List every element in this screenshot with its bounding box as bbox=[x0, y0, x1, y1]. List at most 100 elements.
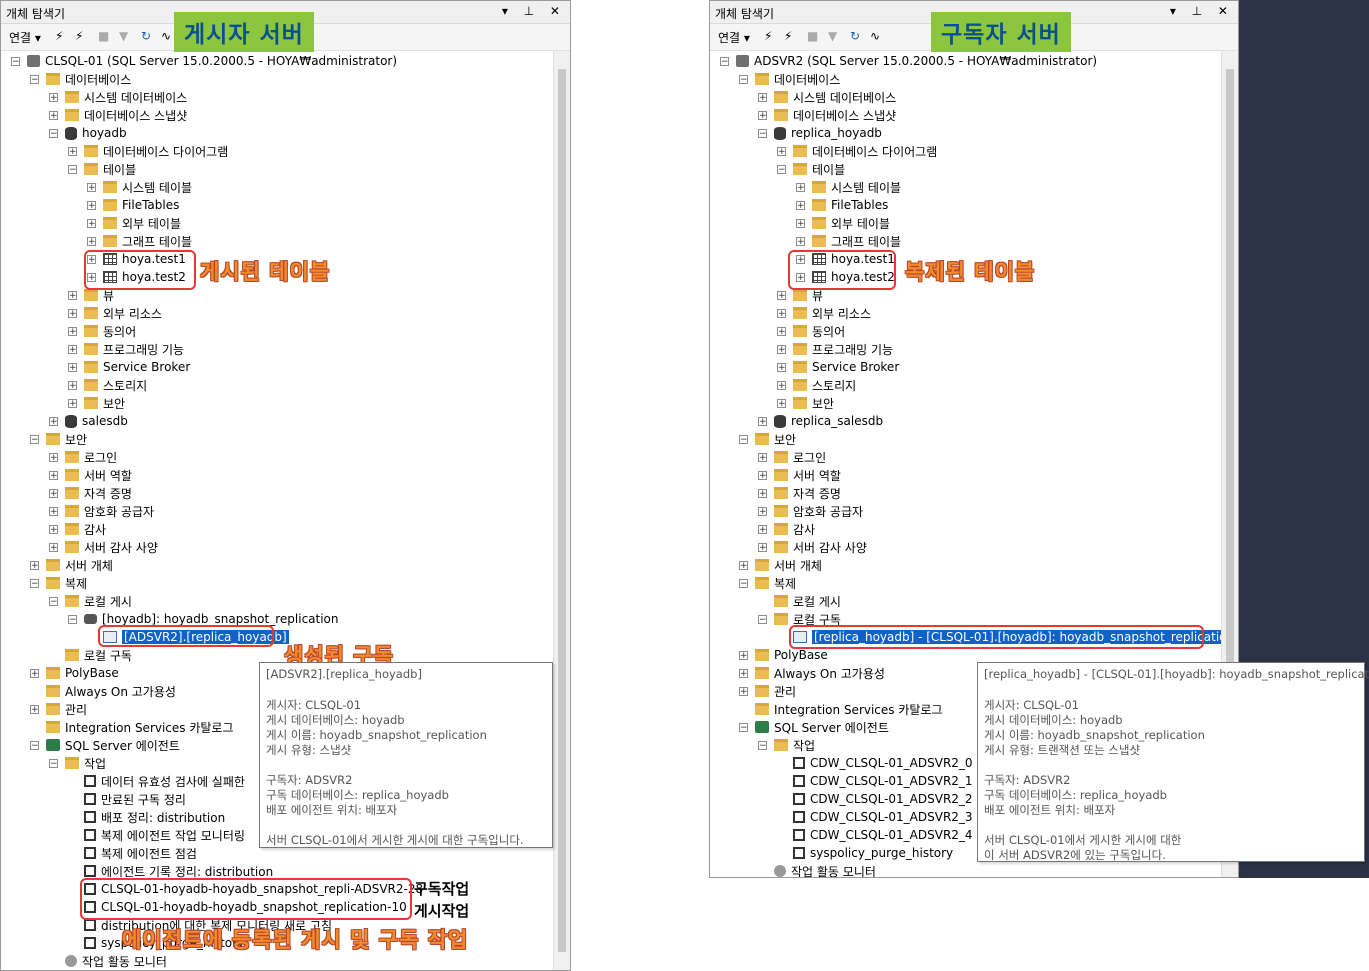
tree-node[interactable]: + 프로그래밍 기능 bbox=[777, 340, 893, 358]
expand-icon[interactable]: + bbox=[49, 416, 58, 426]
tree-node[interactable]: + 관리 bbox=[739, 682, 796, 700]
connect-button[interactable]: 연결 ▾ bbox=[718, 29, 750, 46]
expand-icon[interactable]: + bbox=[758, 524, 767, 534]
tree-node[interactable]: + 보안 bbox=[777, 394, 834, 412]
tree-node[interactable]: − 테이블 bbox=[777, 160, 845, 178]
tree-node[interactable]: Integration Services 카탈로그 bbox=[30, 718, 234, 736]
expand-icon[interactable]: + bbox=[30, 668, 39, 678]
tree-node[interactable]: 복제 에이전트 점검 bbox=[68, 844, 197, 862]
tree-node[interactable]: − 데이터베이스 bbox=[30, 70, 131, 88]
expand-icon[interactable]: + bbox=[30, 704, 39, 714]
connect-icon[interactable]: ⚡ bbox=[764, 29, 772, 43]
collapse-icon[interactable]: − bbox=[758, 128, 767, 138]
expand-icon[interactable]: + bbox=[49, 488, 58, 498]
tree-node[interactable]: − ADSVR2 (SQL Server 15.0.2000.5 - HOYA₩a… bbox=[720, 52, 1097, 70]
tree-node[interactable]: + 데이터베이스 스냅샷 bbox=[758, 106, 896, 124]
expand-icon[interactable]: + bbox=[777, 362, 786, 372]
expand-icon[interactable]: + bbox=[68, 308, 77, 318]
collapse-icon[interactable]: − bbox=[49, 758, 58, 768]
expand-icon[interactable]: + bbox=[758, 452, 767, 462]
expand-icon[interactable]: + bbox=[68, 362, 77, 372]
collapse-icon[interactable]: − bbox=[49, 128, 58, 138]
tree-node[interactable]: + 보안 bbox=[68, 394, 125, 412]
tree-node[interactable]: + 시스템 테이블 bbox=[796, 178, 901, 196]
collapse-icon[interactable]: − bbox=[11, 56, 20, 66]
tree-node[interactable]: − replica_hoyadb bbox=[758, 124, 882, 142]
collapse-icon[interactable]: − bbox=[49, 596, 58, 606]
window-controls[interactable]: ▾ ⊥ ✕ bbox=[1170, 4, 1234, 18]
expand-icon[interactable]: + bbox=[777, 308, 786, 318]
tree-node[interactable]: 데이터 유효성 검사에 실패한 bbox=[68, 772, 245, 790]
tree-node[interactable]: + PolyBase bbox=[30, 664, 119, 682]
expand-icon[interactable]: + bbox=[758, 416, 767, 426]
tree-node[interactable]: − 데이터베이스 bbox=[739, 70, 840, 88]
tree-node[interactable]: − hoyadb bbox=[49, 124, 127, 142]
expand-icon[interactable]: + bbox=[758, 506, 767, 516]
collapse-icon[interactable]: − bbox=[739, 722, 748, 732]
tree-node[interactable]: + 시스템 테이블 bbox=[87, 178, 192, 196]
collapse-icon[interactable]: − bbox=[739, 578, 748, 588]
tree-node[interactable]: + 서버 감사 사양 bbox=[49, 538, 158, 556]
expand-icon[interactable]: + bbox=[758, 92, 767, 102]
scroll-thumb[interactable] bbox=[558, 69, 566, 952]
activity-icon[interactable]: ∿ bbox=[161, 29, 171, 43]
tree-node[interactable]: + 프로그래밍 기능 bbox=[68, 340, 184, 358]
collapse-icon[interactable]: − bbox=[68, 164, 77, 174]
tree-node[interactable]: Always On 고가용성 bbox=[30, 682, 176, 700]
tree-node[interactable]: + 시스템 데이터베이스 bbox=[49, 88, 187, 106]
expand-icon[interactable]: + bbox=[87, 200, 96, 210]
collapse-icon[interactable]: − bbox=[30, 434, 39, 444]
tree-node[interactable]: + 서버 감사 사양 bbox=[758, 538, 867, 556]
collapse-icon[interactable]: − bbox=[30, 74, 39, 84]
collapse-icon[interactable]: − bbox=[68, 614, 77, 624]
expand-icon[interactable]: + bbox=[30, 560, 39, 570]
tree-node[interactable]: − 로컬 게시 bbox=[49, 592, 132, 610]
collapse-icon[interactable]: − bbox=[777, 164, 786, 174]
expand-icon[interactable]: + bbox=[49, 524, 58, 534]
filter-icon[interactable]: ▼ bbox=[119, 29, 128, 43]
expand-icon[interactable]: + bbox=[777, 344, 786, 354]
tree-node[interactable]: CDW_CLSQL-01_ADSVR2_3 bbox=[777, 808, 973, 826]
tree-node[interactable]: + 외부 테이블 bbox=[796, 214, 890, 232]
tree-node[interactable]: + 스토리지 bbox=[777, 376, 856, 394]
tree-node[interactable]: + 스토리지 bbox=[68, 376, 147, 394]
expand-icon[interactable]: + bbox=[758, 488, 767, 498]
collapse-icon[interactable]: − bbox=[758, 740, 767, 750]
stop-icon[interactable]: ■ bbox=[807, 29, 818, 43]
expand-icon[interactable]: + bbox=[68, 146, 77, 156]
expand-icon[interactable]: + bbox=[796, 236, 805, 246]
tree-node[interactable]: − 복제 bbox=[739, 574, 796, 592]
tree-node[interactable]: − 보안 bbox=[30, 430, 87, 448]
tree-node[interactable]: + 외부 리소스 bbox=[68, 304, 162, 322]
tree-node[interactable]: + 외부 테이블 bbox=[87, 214, 181, 232]
collapse-icon[interactable]: − bbox=[720, 56, 729, 66]
tree-node[interactable]: + 로그인 bbox=[49, 448, 117, 466]
tree-node[interactable]: + salesdb bbox=[49, 412, 128, 430]
connect-icon[interactable]: ⚡ bbox=[55, 29, 63, 43]
expand-icon[interactable]: + bbox=[758, 542, 767, 552]
tree-node[interactable]: + FileTables bbox=[87, 196, 179, 214]
collapse-icon[interactable]: − bbox=[30, 578, 39, 588]
tree-node[interactable]: + 서버 개체 bbox=[30, 556, 113, 574]
expand-icon[interactable]: + bbox=[87, 182, 96, 192]
expand-icon[interactable]: + bbox=[739, 560, 748, 570]
collapse-icon[interactable]: − bbox=[739, 434, 748, 444]
expand-icon[interactable]: + bbox=[777, 398, 786, 408]
tree-node[interactable]: CDW_CLSQL-01_ADSVR2_1 bbox=[777, 772, 973, 790]
expand-icon[interactable]: + bbox=[49, 92, 58, 102]
expand-icon[interactable]: + bbox=[777, 380, 786, 390]
tree-node[interactable]: + 동의어 bbox=[68, 322, 136, 340]
tree-node[interactable]: CDW_CLSQL-01_ADSVR2_0 bbox=[777, 754, 973, 772]
expand-icon[interactable]: + bbox=[777, 326, 786, 336]
expand-icon[interactable]: + bbox=[87, 236, 96, 246]
expand-icon[interactable]: + bbox=[739, 668, 748, 678]
refresh-icon[interactable]: ↻ bbox=[850, 29, 860, 43]
stop-icon[interactable]: ■ bbox=[98, 29, 109, 43]
tree-node[interactable]: + 데이터베이스 다이어그램 bbox=[68, 142, 228, 160]
tree-node[interactable]: + 감사 bbox=[49, 520, 106, 538]
tree-node[interactable]: − SQL Server 에이전트 bbox=[739, 718, 889, 736]
tree-node[interactable]: + 서버 역할 bbox=[758, 466, 841, 484]
tree-node[interactable]: + 동의어 bbox=[777, 322, 845, 340]
tree-node[interactable]: + 서버 개체 bbox=[739, 556, 822, 574]
tree-node[interactable]: 작업 활동 모니터 bbox=[49, 952, 167, 970]
